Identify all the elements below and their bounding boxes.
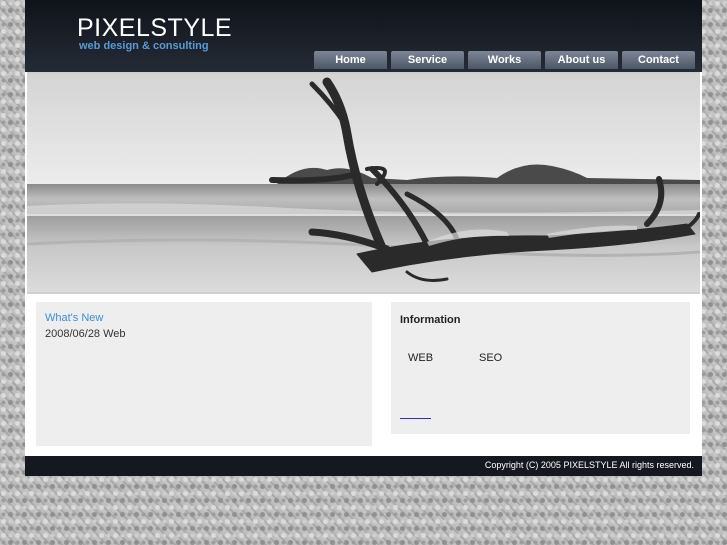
nav-contact[interactable]: Contact [622,51,695,69]
nav-home[interactable]: Home [314,51,387,69]
logo-title[interactable]: PIXELSTYLE [77,14,232,42]
site-header: PIXELSTYLE web design & consulting Home … [25,0,702,72]
page-container: PIXELSTYLE web design & consulting Home … [25,0,702,476]
logo-subtitle: web design & consulting [79,40,209,52]
info-seo-label: SEO [479,352,503,364]
main-nav: Home Service Works About us Contact [314,51,695,69]
nav-service[interactable]: Service [391,51,464,69]
hero-image [27,72,700,294]
whats-new-panel: What's New 2008/06/28 Web [36,302,372,446]
nav-works[interactable]: Works [468,51,541,69]
news-entry[interactable]: 2008/06/28 Web [45,328,126,340]
site-footer: Copyright (C) 2005 PIXELSTYLE All rights… [25,456,702,476]
beach-driftwood-photo [27,74,700,292]
info-web-label: WEB [408,352,434,364]
information-panel: Information WEB SEO [391,302,690,434]
info-link-underline[interactable] [400,418,431,419]
whats-new-title: What's New [45,312,104,324]
nav-about-us[interactable]: About us [545,51,618,69]
information-title: Information [400,314,461,326]
copyright-text: Copyright (C) 2005 PIXELSTYLE All rights… [484,460,694,470]
